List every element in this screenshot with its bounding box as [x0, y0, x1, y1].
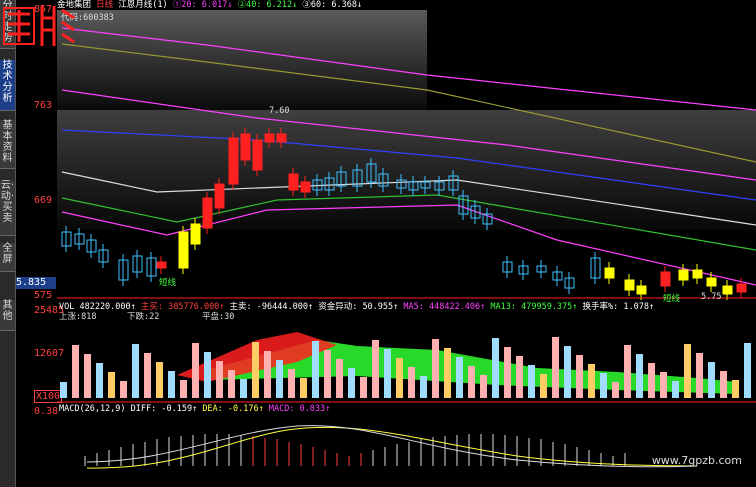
- advance-count: 上涨:818: [59, 312, 97, 322]
- tab-fullscreen[interactable]: 全屏: [0, 243, 15, 272]
- ma5-value: MA5: 448422.406↑: [403, 302, 486, 312]
- logo-icon: [3, 6, 75, 46]
- ma20-value: ①20: 6.017↓: [172, 0, 233, 10]
- tab-cloud-trading[interactable]: 云·动·买卖: [0, 180, 15, 236]
- left-sidebar: 分时走势 技术分析 基本资料 云·动·买卖 全屏 其他: [0, 0, 16, 487]
- tab-fundamentals[interactable]: 基本资料: [0, 120, 15, 169]
- price-axis: 857 763 669 5.835 575 25485 12607 X100 0…: [16, 0, 64, 487]
- macd-axis-tick: 0.38: [34, 406, 59, 417]
- dea-value: DEA: -0.176↑: [202, 404, 264, 414]
- ma60-value: ③60: 6.368↓: [302, 0, 363, 10]
- macd-indicator-line: MACD(26,12,9) DIFF: -0.159↑ DEA: -0.176↑…: [59, 404, 330, 414]
- main-sell-value: 主卖: -96444.000↑: [229, 302, 314, 312]
- flat-count: 平盘:30: [202, 312, 235, 322]
- tab-other[interactable]: 其他: [0, 300, 15, 331]
- period-label[interactable]: 日线: [96, 0, 113, 10]
- axis-tick: 763: [34, 100, 53, 111]
- axis-tick: 669: [34, 195, 53, 206]
- macd-value: MACD: 0.033↑: [268, 404, 331, 414]
- watermark: www.7gpzb.com: [651, 454, 742, 467]
- indicator-name[interactable]: 江恩月线(1): [118, 0, 167, 10]
- short-line-label: 短线: [663, 294, 681, 304]
- current-price-box: 5.835: [16, 277, 56, 289]
- ma13-value: MA13: 479959.375↑: [490, 302, 578, 312]
- macd-label: MACD(26,12,9): [59, 404, 126, 414]
- chart-area[interactable]: 金地集团 日线 江恩月线(1) ①20: 6.017↓ ②40: 6.212↓ …: [57, 0, 756, 487]
- short-line-label: 短线: [159, 278, 177, 288]
- turnover-value: 换手率%: 1.078↑: [582, 302, 655, 312]
- decline-count: 下跌:22: [127, 312, 160, 322]
- axis-tick: 575: [34, 290, 53, 301]
- high-price-label: 7.60: [269, 106, 290, 116]
- capital-flow-value: 资金异动: 50.955↑: [318, 302, 399, 312]
- diff-value: DIFF: -0.159↑: [130, 404, 198, 414]
- tab-technical-analysis[interactable]: 技术分析: [0, 60, 15, 111]
- low-price-label: 5.75: [701, 292, 722, 302]
- header-info: 金地集团 日线 江恩月线(1) ①20: 6.017↓ ②40: 6.212↓ …: [57, 0, 427, 11]
- ma40-value: ②40: 6.212↓: [237, 0, 298, 10]
